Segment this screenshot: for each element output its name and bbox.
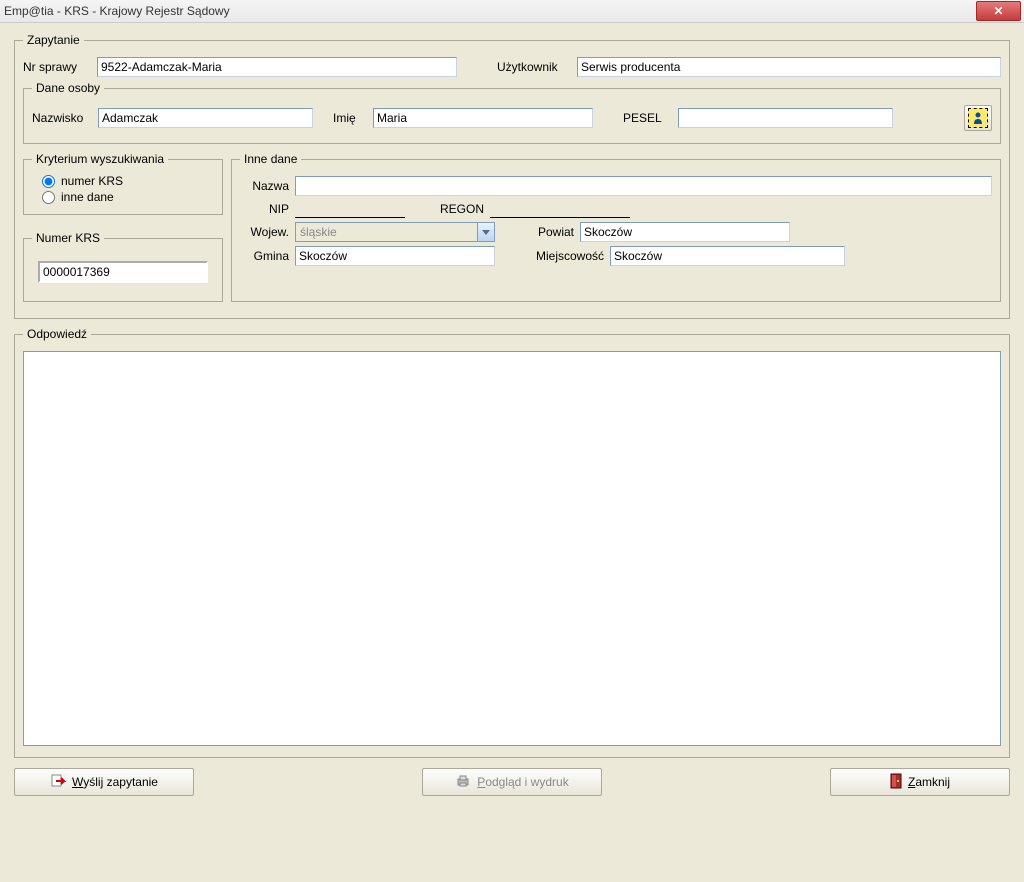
radio-inne-dane[interactable] [42,191,55,204]
gmina-label: Gmina [240,249,295,263]
uzytkownik-label: Użytkownik [497,60,577,74]
close-icon: ✕ [993,4,1003,18]
button-bar: Wyślij zapytanie Podgląd i wydruk Za [14,768,1010,796]
nr-sprawy-input[interactable] [97,57,457,77]
zapytanie-group: Zapytanie Nr sprawy Użytkownik Dane osob… [14,33,1010,319]
odpowiedz-legend: Odpowiedź [23,327,91,341]
podglad-button: Podgląd i wydruk [422,768,602,796]
printer-icon [455,773,471,792]
numer-krs-legend: Numer KRS [32,231,104,245]
podglad-label-rest: odgląd i wydruk [485,775,568,789]
close-button[interactable]: ✕ [976,1,1021,21]
imie-input[interactable] [373,108,593,128]
numer-krs-group: Numer KRS [23,231,223,302]
pesel-label: PESEL [623,111,678,125]
zamknij-button[interactable]: Zamknij [830,768,1010,796]
wojew-value: śląskie [296,225,477,239]
wojew-select[interactable]: śląskie [295,222,495,242]
zamknij-label-rest: amknij [915,775,950,789]
nazwisko-input[interactable] [98,108,313,128]
dane-osoby-group: Dane osoby Nazwisko Imię PESEL [23,81,1001,144]
kryterium-group: Kryterium wyszukiwania numer KRS inne da… [23,152,223,215]
regon-label: REGON [435,202,490,216]
miejsc-input[interactable] [610,246,845,266]
kryterium-legend: Kryterium wyszukiwania [32,152,168,166]
window-title: Emp@tia - KRS - Krajowy Rejestr Sądowy [4,4,230,18]
person-lookup-button[interactable] [964,105,992,131]
radio-numer-krs[interactable] [42,175,55,188]
inne-dane-legend: Inne dane [240,152,301,166]
main-area: Zapytanie Nr sprawy Użytkownik Dane osob… [0,23,1024,882]
dane-osoby-legend: Dane osoby [32,81,104,95]
nazwa-input[interactable] [295,176,992,196]
nr-sprawy-label: Nr sprawy [23,60,97,74]
uzytkownik-input[interactable] [577,57,1001,77]
wyslij-button[interactable]: Wyślij zapytanie [14,768,194,796]
pesel-input[interactable] [678,108,893,128]
zapytanie-legend: Zapytanie [23,33,84,47]
powiat-label: Powiat [525,225,580,239]
radio-numer-krs-label: numer KRS [61,174,123,188]
person-icon [968,108,988,128]
nazwa-label: Nazwa [240,179,295,193]
inne-dane-group: Inne dane Nazwa NIP REGON Wojew. śląskie [231,152,1001,302]
regon-input[interactable] [490,200,630,218]
gmina-input[interactable] [295,246,495,266]
nip-input[interactable] [295,200,405,218]
titlebar: Emp@tia - KRS - Krajowy Rejestr Sądowy ✕ [0,0,1024,23]
powiat-input[interactable] [580,222,790,242]
send-icon [50,773,66,792]
radio-inne-dane-label: inne dane [61,190,114,204]
nazwisko-label: Nazwisko [32,111,98,125]
numer-krs-input[interactable] [38,261,208,283]
door-icon [890,773,902,792]
wyslij-label-rest: yślij zapytanie [83,775,158,789]
nip-label: NIP [240,202,295,216]
chevron-down-icon [477,223,494,241]
imie-label: Imię [333,111,373,125]
odpowiedz-group: Odpowiedź [14,327,1010,758]
miejsc-label: Miejscowość [525,249,610,263]
wojew-label: Wojew. [240,225,295,239]
odpowiedz-textarea[interactable] [23,351,1001,746]
